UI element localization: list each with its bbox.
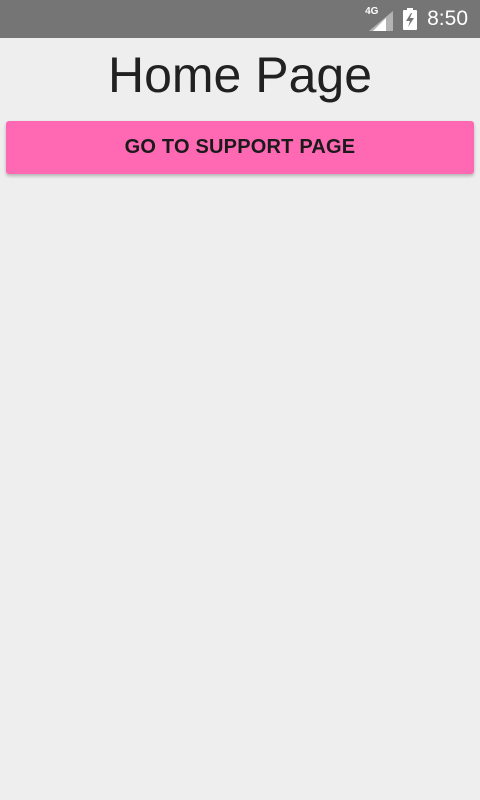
signal-icon: 4G <box>365 7 394 31</box>
page-title: Home Page <box>107 47 373 103</box>
status-clock: 8:50 <box>427 7 468 30</box>
status-icons: 4G 8:50 <box>365 0 468 38</box>
battery-charging-icon <box>403 8 418 30</box>
go-to-support-page-button[interactable]: GO TO SUPPORT PAGE <box>6 121 474 174</box>
status-bar: 4G 8:50 <box>0 0 480 38</box>
